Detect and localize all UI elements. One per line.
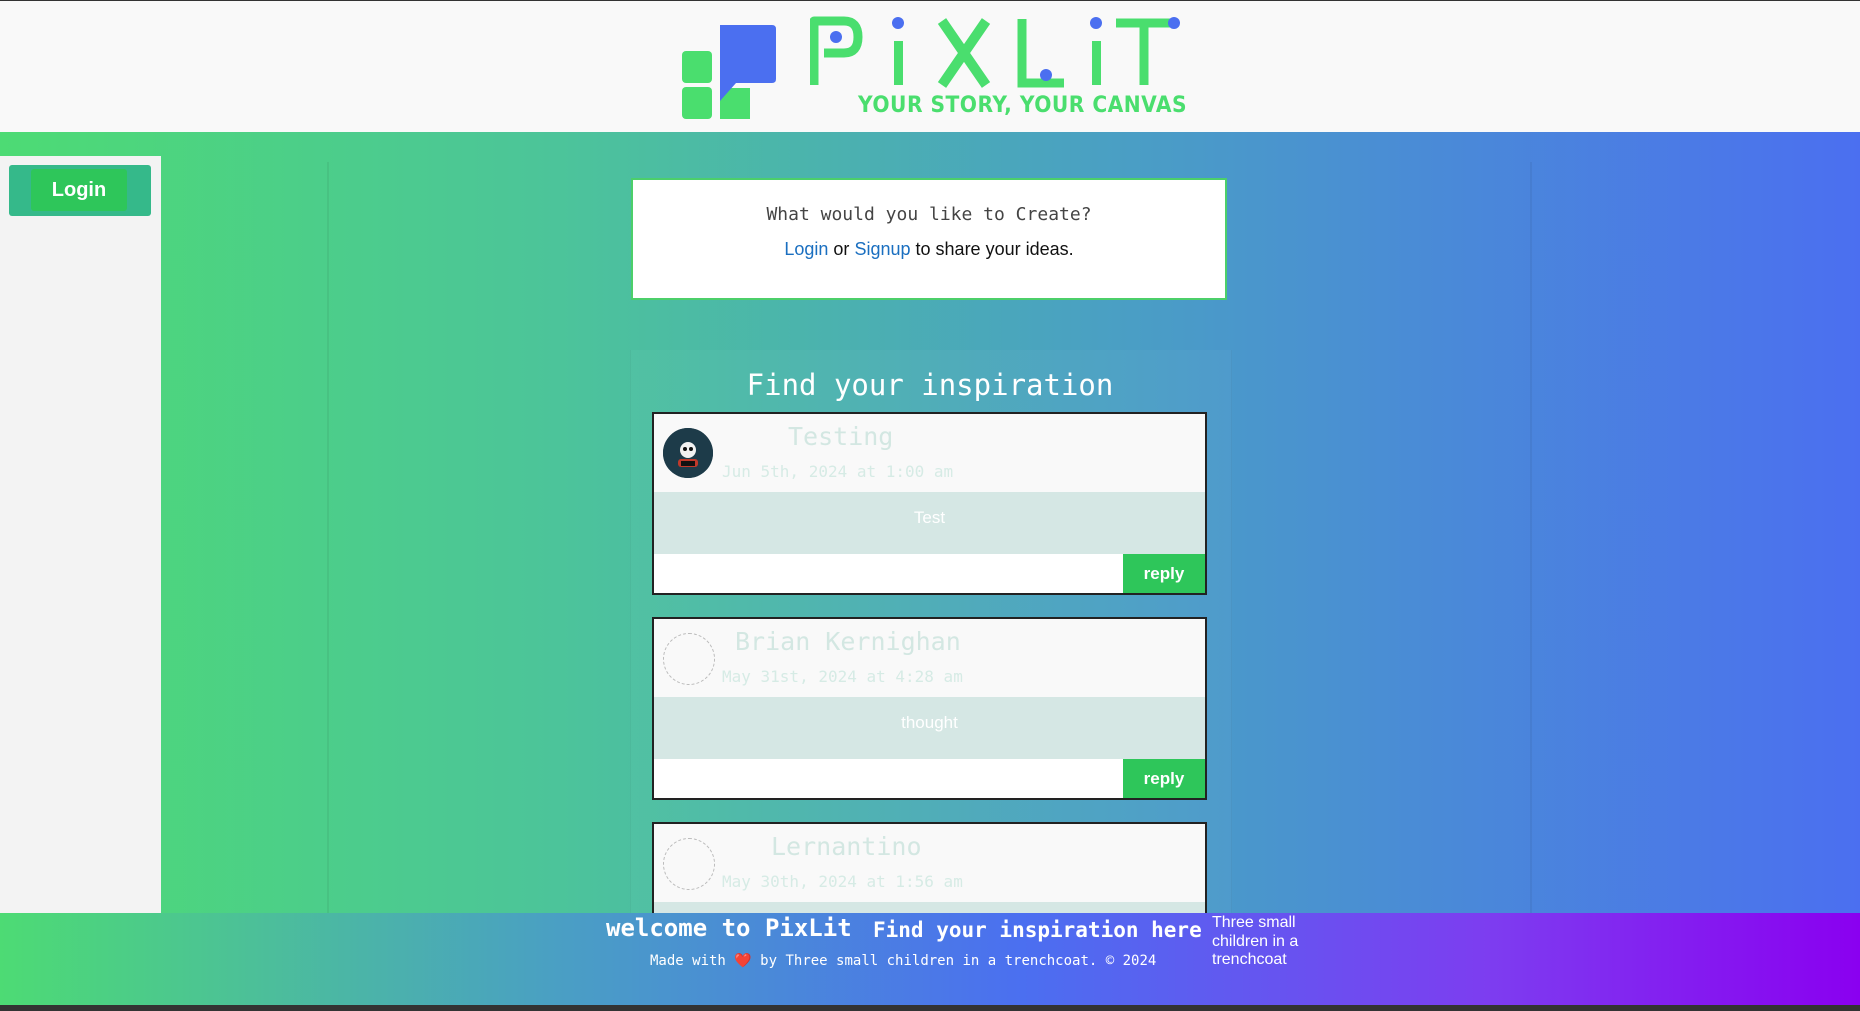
footer-credit: Three small children in a trenchcoat <box>1212 914 1299 968</box>
post-body <box>654 902 1205 913</box>
post-author: Lernantino <box>771 832 922 861</box>
create-cta: Login or Signup to share your ideas. <box>633 239 1225 260</box>
post-body: thought <box>654 697 1205 759</box>
sidebar: Login <box>0 156 161 913</box>
login-link[interactable]: Login <box>784 239 828 259</box>
login-button[interactable]: Login <box>31 169 127 211</box>
create-question: What would you like to Create? <box>766 204 1092 225</box>
footer-welcome: welcome to PixLit <box>606 914 852 942</box>
post-card: Testing Jun 5th, 2024 at 1:00 am Test re… <box>652 412 1207 595</box>
pixlit-logo[interactable]: YOUR STORY, YOUR CANVAS <box>680 15 1187 123</box>
site-header: YOUR STORY, YOUR CANVAS <box>0 0 1860 132</box>
avatar-image <box>663 428 713 478</box>
footer-bottom-bar <box>0 1005 1860 1011</box>
post-card: Brian Kernighan May 31st, 2024 at 4:28 a… <box>652 617 1207 800</box>
signup-link[interactable]: Signup <box>854 239 910 259</box>
heart-icon: ❤️ <box>734 953 752 969</box>
create-prompt-card: What would you like to Create? Login or … <box>631 178 1227 300</box>
logo-wordmark <box>810 16 1180 88</box>
share-text: to share your ideas. <box>915 239 1074 259</box>
feed-title: Find your inspiration <box>746 368 1114 402</box>
site-footer: welcome to PixLit Find your inspiration … <box>0 913 1860 1005</box>
post-date: May 31st, 2024 at 4:28 am <box>722 667 963 686</box>
column-divider <box>1530 162 1532 913</box>
footer-find: Find your inspiration here <box>873 918 1202 942</box>
logo-mark-icon <box>682 25 776 119</box>
made-prefix: Made with <box>650 953 726 969</box>
avatar[interactable] <box>663 633 715 685</box>
avatar[interactable] <box>663 838 715 890</box>
post-body: Test <box>654 492 1205 554</box>
post-footer: reply <box>654 759 1205 798</box>
post-card: Lernantino May 30th, 2024 at 1:56 am rep… <box>652 822 1207 913</box>
reply-button[interactable]: reply <box>1123 554 1205 593</box>
footer-made-with: Made with ❤️ by Three small children in … <box>650 953 1156 969</box>
post-author: Testing <box>788 422 894 451</box>
post-author: Brian Kernighan <box>735 627 961 656</box>
tagline: YOUR STORY, YOUR CANVAS <box>858 93 1188 118</box>
avatar[interactable] <box>663 428 713 478</box>
post-date: May 30th, 2024 at 1:56 am <box>722 872 963 891</box>
reply-button[interactable]: reply <box>1123 759 1205 798</box>
post-date: Jun 5th, 2024 at 1:00 am <box>722 462 954 481</box>
made-suffix: by Three small children in a trenchcoat.… <box>760 953 1157 969</box>
login-button-wrapper: Login <box>9 165 151 216</box>
main-content: Login What would you like to Create? Log… <box>0 132 1860 913</box>
post-footer: reply <box>654 554 1205 593</box>
column-divider <box>327 162 329 913</box>
or-text: or <box>833 239 850 259</box>
